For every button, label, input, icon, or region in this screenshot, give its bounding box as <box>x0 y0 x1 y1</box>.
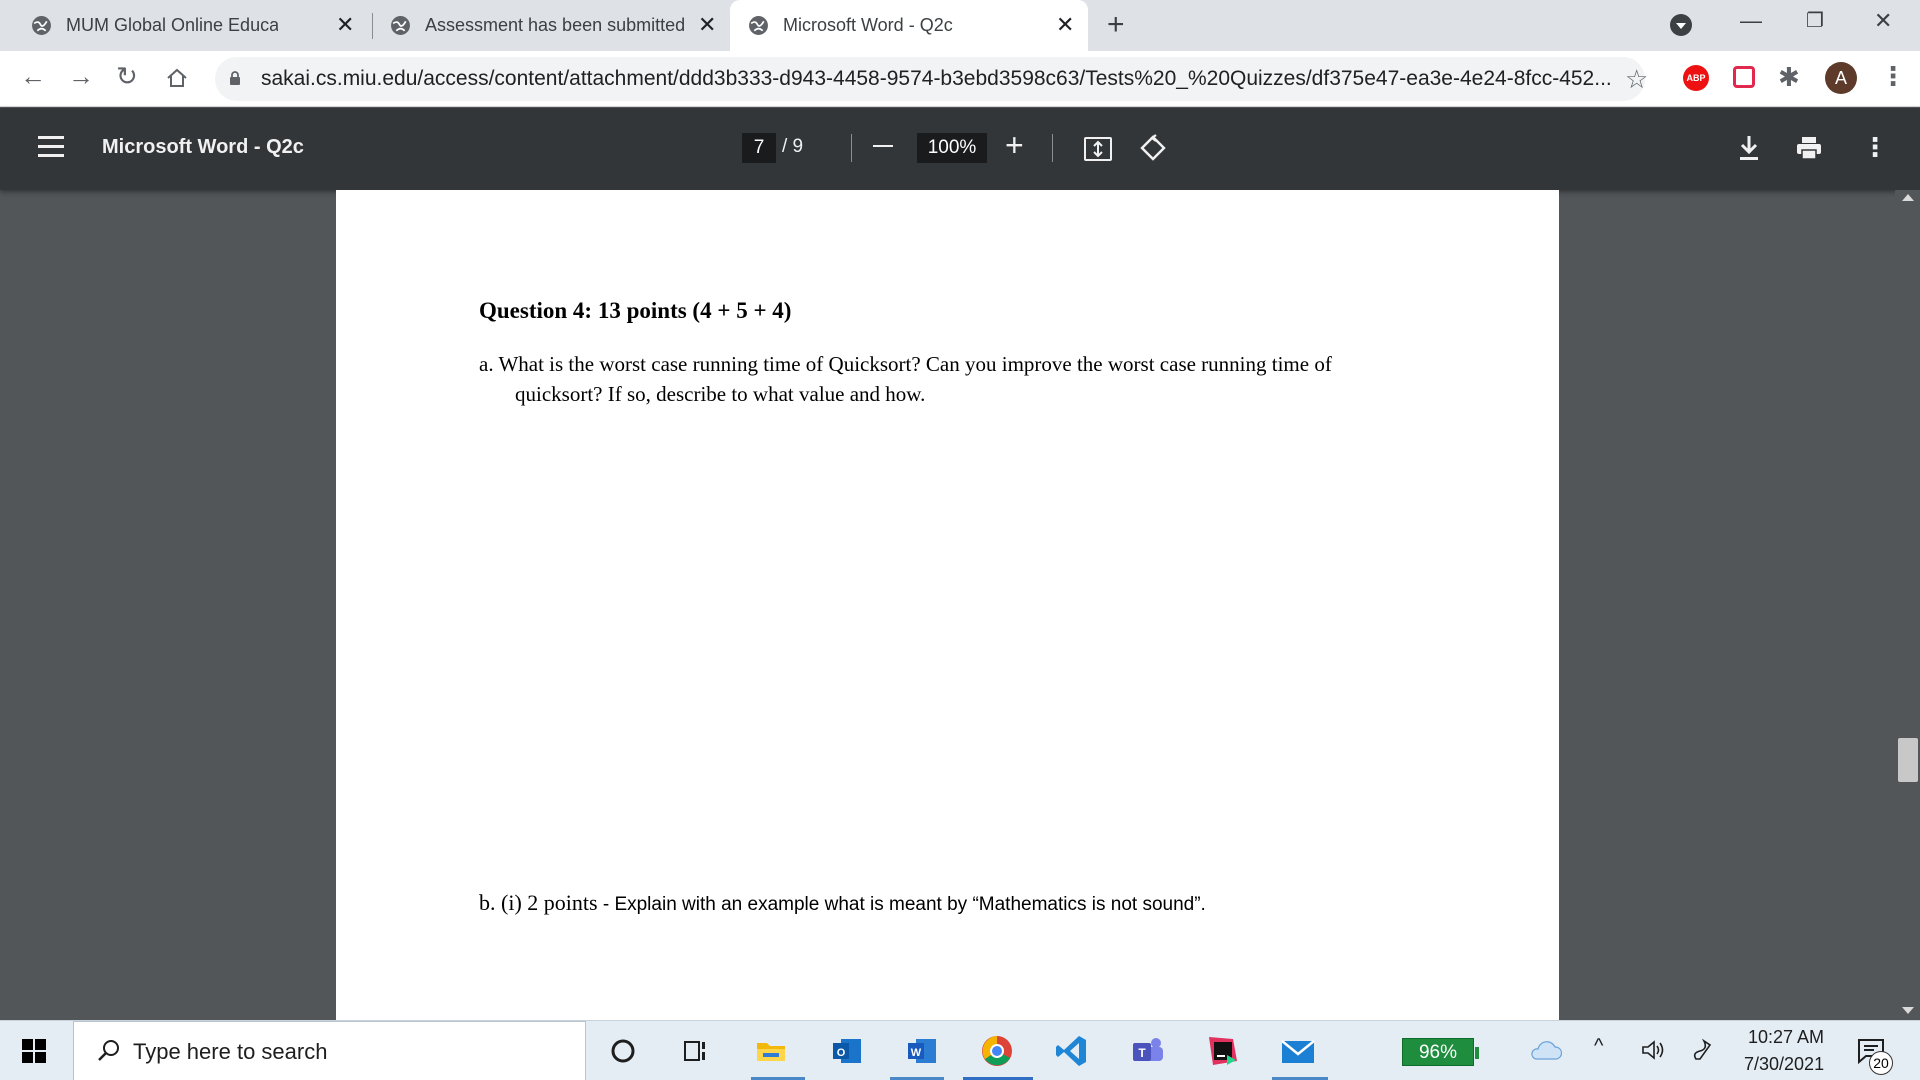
search-icon <box>98 1040 119 1061</box>
svg-text:T: T <box>1138 1046 1146 1060</box>
globe-icon <box>749 16 768 35</box>
browser-toolbar: ← → ↻ sakai.cs.miu.edu/access/content/at… <box>0 51 1920 107</box>
chrome-icon[interactable] <box>977 1031 1017 1071</box>
tab-mum-global[interactable]: MUM Global Online Education : C ✕ <box>0 0 370 51</box>
tab-title: Microsoft Word - Q2c <box>783 15 953 35</box>
window-close-icon[interactable]: ✕ <box>1874 8 1892 34</box>
new-tab-button[interactable]: + <box>1107 8 1125 42</box>
scroll-down-arrow-icon[interactable] <box>1902 1007 1914 1014</box>
question-part-a-line1: a. What is the worst case running time o… <box>479 352 1332 376</box>
clock-date[interactable]: 7/30/2021 <box>1744 1054 1824 1075</box>
toolbar-divider <box>1052 134 1053 162</box>
sidebar-menu-icon[interactable] <box>38 136 64 158</box>
search-placeholder: Type here to search <box>133 1039 328 1064</box>
close-icon[interactable]: ✕ <box>1056 12 1074 38</box>
tab-assessment-submitted[interactable]: Assessment has been submitted ✕ <box>360 0 730 51</box>
word-icon[interactable]: W <box>902 1031 942 1071</box>
vertical-scrollbar[interactable] <box>1895 190 1920 1020</box>
tab-microsoft-word-q2c[interactable]: Microsoft Word - Q2c ✕ <box>730 0 1088 51</box>
cortana-icon[interactable] <box>603 1031 643 1071</box>
pdf-page: Question 4: 13 points (4 + 5 + 4) a. Wha… <box>336 190 1559 1020</box>
page-number-input[interactable]: 7 <box>742 133 776 163</box>
clock-time[interactable]: 10:27 AM <box>1748 1027 1824 1048</box>
question-part-b: b. (i) 2 points - Explain with an exampl… <box>479 890 1206 916</box>
teams-icon[interactable]: T <box>1127 1031 1167 1071</box>
outlook-icon[interactable]: O <box>827 1031 867 1071</box>
zoom-in-button[interactable]: + <box>1005 127 1024 164</box>
fit-to-page-icon[interactable] <box>1084 137 1112 161</box>
svg-text:O: O <box>837 1047 846 1059</box>
url-text: sakai.cs.miu.edu/access/content/attachme… <box>261 67 1612 90</box>
print-icon[interactable] <box>1796 136 1822 160</box>
pocket-icon[interactable] <box>1733 66 1755 88</box>
question-title: Question 4: 13 points (4 + 5 + 4) <box>479 298 792 323</box>
reload-icon[interactable]: ↻ <box>116 61 138 92</box>
onedrive-icon[interactable] <box>1528 1037 1562 1063</box>
chrome-menu-icon[interactable]: ⋮ <box>1880 61 1906 92</box>
show-hidden-icons-chevron-icon[interactable]: ^ <box>1594 1035 1603 1058</box>
scroll-up-arrow-icon[interactable] <box>1902 194 1914 201</box>
home-icon[interactable] <box>166 67 188 89</box>
task-view-icon[interactable] <box>675 1031 715 1071</box>
avatar[interactable]: A <box>1825 62 1857 94</box>
vscode-icon[interactable] <box>1052 1031 1092 1071</box>
globe-icon <box>391 16 410 35</box>
minimize-icon[interactable]: — <box>1740 8 1762 34</box>
page-total: / 9 <box>782 136 804 157</box>
windows-start-icon[interactable] <box>22 1039 46 1063</box>
extensions-puzzle-icon[interactable]: ✱ <box>1778 62 1800 93</box>
adblock-plus-icon[interactable]: ABP <box>1683 65 1709 91</box>
pdf-document-title: Microsoft Word - Q2c <box>102 136 304 158</box>
intellij-icon[interactable] <box>1203 1031 1243 1071</box>
notification-count-badge: 20 <box>1869 1051 1893 1075</box>
tab-title: MUM Global Online Education : C <box>66 15 278 35</box>
taskbar-search-box[interactable]: Type here to search <box>73 1021 586 1080</box>
pen-workspace-icon[interactable] <box>1690 1037 1714 1063</box>
lock-icon <box>230 71 240 85</box>
forward-arrow-icon[interactable]: → <box>68 61 94 92</box>
back-arrow-icon[interactable]: ← <box>20 61 46 92</box>
tab-title: Assessment has been submitted <box>425 15 686 35</box>
close-icon[interactable]: ✕ <box>336 12 354 38</box>
globe-icon <box>32 16 51 35</box>
download-icon[interactable] <box>1738 134 1760 162</box>
windows-taskbar: Type here to search O W T 96% ^ 10:27 AM… <box>0 1020 1920 1080</box>
pdf-toolbar: Microsoft Word - Q2c 7 / 9 100% + ⋮ <box>0 108 1920 190</box>
scrollbar-thumb[interactable] <box>1898 738 1918 782</box>
bookmark-star-icon[interactable]: ☆ <box>1625 64 1648 95</box>
part-b-text: - Explain with an example what is meant … <box>597 894 1206 915</box>
battery-indicator[interactable]: 96% <box>1402 1038 1479 1066</box>
zoom-level-input[interactable]: 100% <box>917 133 987 163</box>
browser-tab-strip: MUM Global Online Education : C ✕ Assess… <box>0 0 1920 51</box>
close-icon[interactable]: ✕ <box>698 12 716 38</box>
question-part-a-line2: quicksort? If so, describe to what value… <box>515 382 926 406</box>
mail-icon[interactable] <box>1278 1031 1318 1071</box>
part-b-prefix: b. (i) 2 points <box>479 890 598 915</box>
address-bar[interactable]: sakai.cs.miu.edu/access/content/attachme… <box>215 57 1648 101</box>
zoom-out-button[interactable] <box>873 145 893 147</box>
toolbar-divider <box>851 134 852 162</box>
tab-search-dropdown-icon[interactable] <box>1670 14 1692 36</box>
svg-text:W: W <box>911 1047 922 1059</box>
file-explorer-icon[interactable] <box>751 1031 791 1071</box>
rotate-icon[interactable] <box>1138 133 1168 163</box>
volume-icon[interactable] <box>1640 1039 1666 1061</box>
restore-icon[interactable]: ❐ <box>1806 8 1824 33</box>
more-options-icon[interactable]: ⋮ <box>1862 132 1888 163</box>
